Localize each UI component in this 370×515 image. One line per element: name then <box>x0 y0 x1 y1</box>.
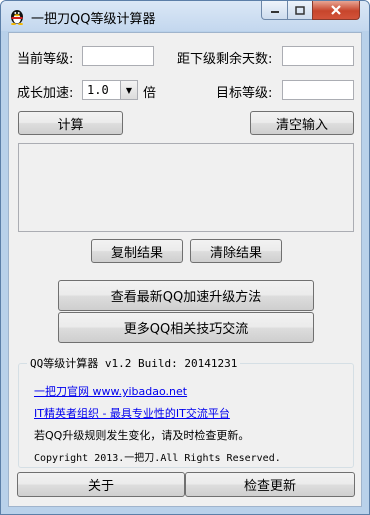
clear-result-button[interactable]: 清除结果 <box>190 239 282 263</box>
update-notice: 若QQ升级规则发生变化，请及时检查更新。 <box>34 429 250 442</box>
group-title: QQ等级计算器 v1.2 Build: 20141231 <box>27 355 241 371</box>
app-window: 一把刀QQ等级计算器 当前等级: 距下级剩余天数: 成长加速: 1.0 ▼ 倍 … <box>0 0 370 515</box>
it-elite-link[interactable]: IT精英者组织 - 最具专业性的IT交流平台 <box>34 405 230 421</box>
chevron-down-icon[interactable]: ▼ <box>120 81 137 99</box>
website-link[interactable]: 一把刀官网 www.yibadao.net <box>34 383 187 399</box>
copyright-text: Copyright 2013.一把刀.All Rights Reserved. <box>34 453 281 464</box>
target-level-input[interactable] <box>282 80 354 100</box>
minimize-button[interactable] <box>261 1 288 20</box>
target-level-label: 目标等级: <box>216 86 273 101</box>
growth-speed-label: 成长加速: <box>17 86 74 101</box>
client-area: 当前等级: 距下级剩余天数: 成长加速: 1.0 ▼ 倍 目标等级: 计算 清空… <box>8 32 362 507</box>
result-output[interactable] <box>18 143 354 232</box>
current-level-label: 当前等级: <box>17 52 74 67</box>
maximize-icon <box>295 5 305 15</box>
growth-speed-value: 1.0 <box>87 83 109 97</box>
calculate-button[interactable]: 计算 <box>18 111 123 135</box>
days-remaining-label: 距下级剩余天数: <box>177 52 273 67</box>
qq-penguin-icon <box>11 10 23 25</box>
maximize-button[interactable] <box>287 1 313 20</box>
growth-speed-select[interactable]: 1.0 ▼ <box>82 80 138 100</box>
current-level-input[interactable] <box>82 46 154 66</box>
info-groupbox: QQ等级计算器 v1.2 Build: 20141231 一把刀官网 www.y… <box>18 355 354 468</box>
close-icon <box>331 5 341 15</box>
minimize-icon <box>270 11 279 13</box>
more-tips-button[interactable]: 更多QQ相关技巧交流 <box>58 312 314 343</box>
copy-result-button[interactable]: 复制结果 <box>91 239 183 263</box>
clear-input-button[interactable]: 清空输入 <box>250 111 354 135</box>
title-bar[interactable]: 一把刀QQ等级计算器 <box>1 1 369 31</box>
window-title: 一把刀QQ等级计算器 <box>31 12 156 27</box>
close-button[interactable] <box>312 1 360 20</box>
growth-speed-unit: 倍 <box>143 86 157 101</box>
view-speedup-button[interactable]: 查看最新QQ加速升级方法 <box>58 280 314 311</box>
about-button[interactable]: 关于 <box>17 472 185 497</box>
days-remaining-input[interactable] <box>282 46 354 66</box>
check-update-button[interactable]: 检查更新 <box>185 472 355 497</box>
